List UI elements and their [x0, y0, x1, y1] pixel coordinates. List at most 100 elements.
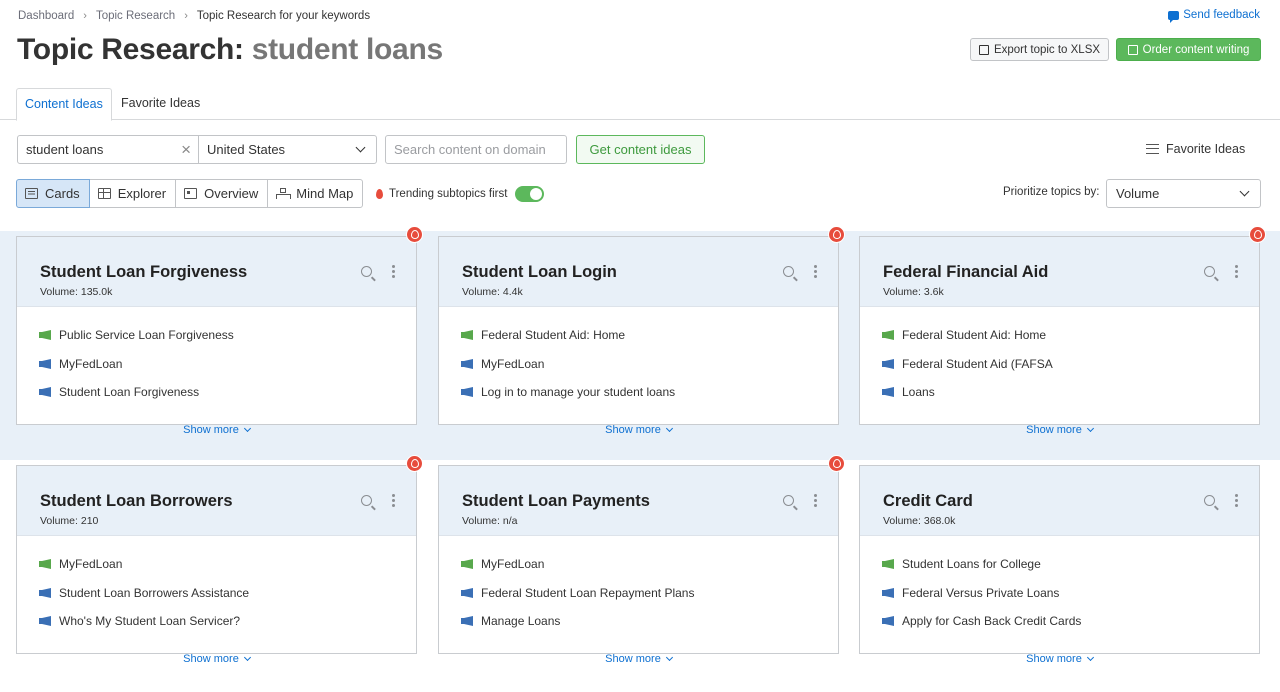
topic-card[interactable]: Student Loan Login Volume: 4.4k Federal St… [438, 226, 845, 436]
send-feedback-label: Send feedback [1183, 9, 1260, 21]
tab-favorite-ideas[interactable]: Favorite Ideas [113, 88, 208, 120]
view-explorer-label: Explorer [117, 186, 167, 201]
topic-card[interactable]: Student Loan Borrowers Volume: 210 MyFedLo… [16, 455, 423, 665]
list-item[interactable]: MyFedLoan [39, 557, 249, 586]
send-feedback-link[interactable]: Send feedback [1168, 9, 1260, 23]
search-icon[interactable] [1204, 495, 1215, 506]
search-icon[interactable] [361, 495, 372, 506]
show-more-link[interactable]: Show more [17, 653, 416, 665]
page-title-keyword: student loans [251, 33, 443, 66]
show-more-link[interactable]: Show more [860, 653, 1259, 665]
prioritize-value: Volume [1116, 186, 1160, 201]
topic-card[interactable]: Credit Card Volume: 368.0k Student Loans f… [859, 465, 1260, 665]
search-icon[interactable] [783, 266, 794, 277]
list-icon [1146, 144, 1159, 154]
chat-bubble-icon [1168, 10, 1180, 23]
trending-toggle-group: Trending subtopics first [376, 186, 545, 202]
list-item[interactable]: MyFedLoan [39, 357, 234, 386]
topic-card[interactable]: Federal Financial Aid Volume: 3.6k Federal… [859, 226, 1266, 436]
breadcrumb-dashboard[interactable]: Dashboard [18, 10, 74, 22]
trending-fire-icon [828, 226, 845, 243]
tab-content-ideas[interactable]: Content Ideas [16, 88, 112, 121]
show-more-link[interactable]: Show more [439, 653, 838, 665]
headline-text: Federal Versus Private Loans [902, 585, 1060, 600]
card-title[interactable]: Student Loan Borrowers [40, 492, 233, 511]
headline-text: Loans [902, 385, 935, 400]
trending-label: Trending subtopics first [389, 188, 508, 200]
chevron-right-icon: › [83, 10, 87, 22]
search-icon[interactable] [361, 266, 372, 277]
show-more-link[interactable]: Show more [439, 424, 838, 436]
card-title[interactable]: Student Loan Forgiveness [40, 263, 247, 282]
search-icon[interactable] [1204, 266, 1215, 277]
card-title[interactable]: Credit Card [883, 492, 973, 511]
list-item[interactable]: Student Loans for College [882, 557, 1081, 586]
megaphone-icon [882, 616, 895, 627]
export-label: Export topic to XLSX [993, 43, 1101, 56]
megaphone-icon [461, 616, 474, 627]
megaphone-icon [882, 358, 895, 369]
list-item[interactable]: Federal Versus Private Loans [882, 586, 1081, 615]
headline-text: Student Loans for College [902, 557, 1041, 571]
list-item[interactable]: Federal Student Aid: Home [461, 328, 675, 357]
list-item[interactable]: Manage Loans [461, 614, 694, 643]
card-title[interactable]: Student Loan Payments [462, 492, 650, 511]
show-more-link[interactable]: Show more [860, 424, 1259, 436]
search-icon[interactable] [783, 495, 794, 506]
keyword-input[interactable]: student loans × [17, 135, 199, 164]
breadcrumb-topic-research[interactable]: Topic Research [96, 10, 175, 22]
list-item[interactable]: Who's My Student Loan Servicer? [39, 614, 249, 643]
view-cards[interactable]: Cards [16, 179, 90, 208]
more-options-icon[interactable] [814, 494, 817, 497]
headline-text: MyFedLoan [481, 356, 545, 371]
export-xlsx-button[interactable]: Export topic to XLSX [970, 38, 1109, 61]
headline-list: MyFedLoan Federal Student Loan Repayment … [461, 557, 694, 643]
domain-search-input[interactable]: Search content on domain [385, 135, 567, 164]
list-item[interactable]: Federal Student Loan Repayment Plans [461, 586, 694, 615]
megaphone-icon [882, 559, 895, 569]
show-more-link[interactable]: Show more [17, 424, 416, 436]
topic-card[interactable]: Student Loan Forgiveness Volume: 135.0k Pu… [16, 226, 423, 436]
headline-text: Federal Student Aid: Home [481, 328, 626, 342]
more-options-icon[interactable] [1235, 494, 1238, 497]
more-options-icon[interactable] [392, 265, 395, 268]
list-item[interactable]: Student Loan Forgiveness [39, 385, 234, 414]
show-more-label: Show more [1026, 653, 1082, 665]
country-select[interactable]: United States [198, 135, 377, 164]
headline-text: Manage Loans [481, 614, 561, 629]
headline-text: Who's My Student Loan Servicer? [59, 614, 241, 629]
headline-list: MyFedLoan Student Loan Borrowers Assistan… [39, 557, 249, 643]
list-item[interactable]: Student Loan Borrowers Assistance [39, 586, 249, 615]
prioritize-select[interactable]: Volume [1106, 179, 1261, 208]
topic-card[interactable]: Student Loan Payments Volume: n/a MyFedLoa… [438, 455, 845, 665]
list-item[interactable]: Public Service Loan Forgiveness [39, 328, 234, 357]
view-overview[interactable]: Overview [175, 179, 269, 208]
view-mind-map[interactable]: Mind Map [267, 179, 364, 208]
list-item[interactable]: Log in to manage your student loans [461, 385, 675, 414]
card-title[interactable]: Federal Financial Aid [883, 263, 1048, 282]
headline-text: Student Loan Forgiveness [59, 385, 200, 400]
order-label: Order content writing [1142, 43, 1250, 56]
order-content-button[interactable]: Order content writing [1116, 38, 1261, 61]
flame-icon [376, 189, 383, 199]
chevron-down-icon [243, 424, 251, 433]
favorite-ideas-link[interactable]: Favorite Ideas [1146, 142, 1245, 156]
list-item[interactable]: Apply for Cash Back Credit Cards [882, 614, 1081, 643]
list-item[interactable]: MyFedLoan [461, 557, 694, 586]
show-more-label: Show more [605, 424, 661, 436]
megaphone-icon [461, 587, 474, 598]
more-options-icon[interactable] [392, 494, 395, 497]
view-explorer[interactable]: Explorer [88, 179, 177, 208]
list-item[interactable]: Federal Student Aid: Home [882, 328, 1053, 357]
list-item[interactable]: Loans [882, 385, 1053, 414]
chevron-down-icon [1239, 186, 1250, 197]
chevron-down-icon [665, 424, 673, 433]
more-options-icon[interactable] [1235, 265, 1238, 268]
more-options-icon[interactable] [814, 265, 817, 268]
list-item[interactable]: MyFedLoan [461, 357, 675, 386]
list-item[interactable]: Federal Student Aid (FAFSA [882, 357, 1053, 386]
get-content-ideas-button[interactable]: Get content ideas [576, 135, 705, 164]
trending-toggle[interactable] [515, 186, 545, 202]
clear-icon[interactable]: × [181, 136, 191, 163]
card-title[interactable]: Student Loan Login [462, 263, 617, 282]
